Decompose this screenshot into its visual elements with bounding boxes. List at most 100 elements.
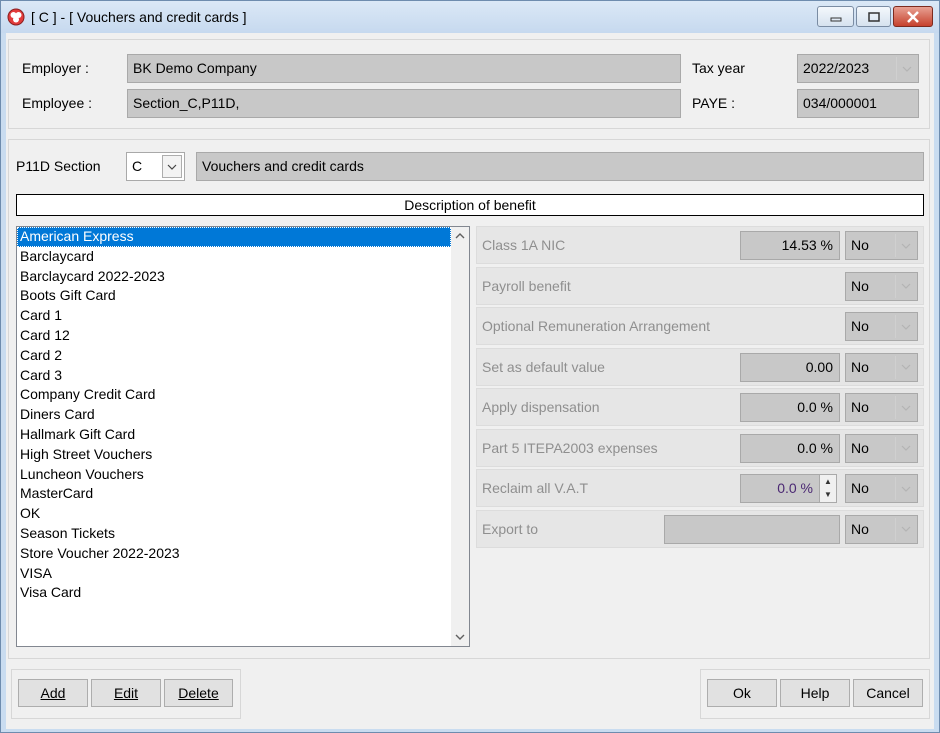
employee-label: Employee :: [22, 95, 93, 111]
dispensation-value: 0.0 %: [740, 393, 840, 422]
maximize-button[interactable]: [856, 6, 891, 27]
chevron-down-icon: [895, 396, 915, 419]
payroll-benefit-row: Payroll benefit No: [476, 266, 924, 305]
reclaim-vat-spinner[interactable]: ▲ ▼: [819, 474, 837, 503]
chevron-down-icon: [895, 315, 915, 338]
payroll-benefit-label: Payroll benefit: [482, 277, 571, 294]
list-item[interactable]: Barclaycard: [17, 247, 451, 267]
payroll-benefit-select[interactable]: No: [845, 271, 918, 301]
list-item[interactable]: Visa Card: [17, 583, 451, 603]
list-item[interactable]: MasterCard: [17, 484, 451, 504]
ora-select-value: No: [851, 318, 869, 334]
employee-field: Section_C,P11D,: [127, 89, 681, 118]
export-to-select-value: No: [851, 520, 869, 537]
chevron-up-icon: [455, 233, 465, 239]
ora-label: Optional Remuneration Arrangement: [482, 318, 711, 334]
default-value-label: Set as default value: [482, 358, 605, 375]
class1a-nic-label: Class 1A NIC: [482, 237, 566, 253]
ok-button[interactable]: Ok: [707, 679, 777, 707]
employee-info-panel: Employer : BK Demo Company Employee : Se…: [8, 39, 930, 129]
section-name-field: Vouchers and credit cards: [196, 152, 924, 181]
scroll-down-button[interactable]: [451, 628, 469, 646]
part5-expenses-label: Part 5 ITEPA2003 expenses: [482, 439, 658, 456]
list-item[interactable]: Luncheon Vouchers: [17, 465, 451, 485]
help-button[interactable]: Help: [780, 679, 850, 707]
description-header: Description of benefit: [16, 194, 924, 216]
chevron-down-icon: [895, 477, 915, 500]
list-item[interactable]: Card 3: [17, 366, 451, 386]
list-item[interactable]: Card 1: [17, 306, 451, 326]
dispensation-select-value: No: [851, 399, 869, 415]
benefit-list-scrollbar[interactable]: [451, 227, 469, 646]
class1a-nic-select[interactable]: No: [845, 231, 918, 260]
list-item[interactable]: Store Voucher 2022-2023: [17, 544, 451, 564]
p11d-section-label: P11D Section: [16, 158, 101, 174]
default-value-select-value: No: [851, 358, 869, 375]
dispensation-select[interactable]: No: [845, 393, 918, 422]
employer-field: BK Demo Company: [127, 54, 681, 83]
delete-button-label: Delete: [178, 685, 219, 701]
reclaim-vat-select[interactable]: No: [845, 474, 918, 503]
list-item[interactable]: Diners Card: [17, 405, 451, 425]
paye-field: 034/000001: [797, 89, 919, 118]
reclaim-vat-value[interactable]: 0.0 %: [740, 474, 820, 503]
ora-select[interactable]: No: [845, 312, 918, 341]
chevron-down-icon: [895, 355, 915, 379]
chevron-down-icon: [455, 634, 465, 640]
dialog-window: [ C ] - [ Vouchers and credit cards ] Em…: [0, 0, 940, 733]
tax-year-select[interactable]: 2022/2023: [797, 54, 919, 83]
list-item[interactable]: OK: [17, 504, 451, 524]
list-item[interactable]: Hallmark Gift Card: [17, 425, 451, 445]
part5-expenses-select[interactable]: No: [845, 433, 918, 463]
close-icon: [907, 10, 919, 23]
scroll-up-button[interactable]: [451, 227, 469, 245]
export-to-select[interactable]: No: [845, 514, 918, 544]
delete-button[interactable]: Delete: [164, 679, 233, 707]
edit-button-label: Edit: [113, 685, 139, 701]
chevron-down-icon: [896, 57, 916, 80]
list-item[interactable]: High Street Vouchers: [17, 445, 451, 465]
title-bar[interactable]: [ C ] - [ Vouchers and credit cards ]: [1, 1, 939, 33]
close-button[interactable]: [893, 6, 933, 27]
default-value-field: 0.00: [740, 352, 840, 382]
export-to-label: Export to: [482, 520, 539, 537]
default-value-row: Set as default value 0.00 No: [476, 347, 924, 386]
benefit-list[interactable]: American Express Barclaycard Barclaycard 2…: [16, 226, 470, 647]
class1a-nic-select-value: No: [851, 237, 869, 253]
list-item[interactable]: Season Tickets: [17, 524, 451, 544]
dialog-client-area: Employer : BK Demo Company Employee : Se…: [6, 33, 934, 729]
add-button-label: Add: [40, 685, 66, 701]
cancel-button[interactable]: Cancel: [853, 679, 923, 707]
class1a-nic-value: 14.53 %: [740, 231, 840, 260]
p11d-section-code: C: [132, 158, 143, 174]
reclaim-vat-label: Reclaim all V.A.T: [482, 480, 589, 496]
list-item[interactable]: VISA: [17, 564, 451, 584]
chevron-down-icon: [162, 155, 182, 178]
list-item[interactable]: Boots Gift Card: [17, 286, 451, 306]
app-logo-icon: [7, 8, 25, 26]
minimize-button[interactable]: [817, 6, 854, 27]
minimize-icon: [830, 17, 841, 21]
list-item[interactable]: Company Credit Card: [17, 385, 451, 405]
part5-expenses-value: 0.0 %: [740, 433, 840, 463]
list-item[interactable]: Card 2: [17, 346, 451, 366]
p11d-section-select[interactable]: C: [126, 152, 185, 181]
add-button[interactable]: Add: [18, 679, 88, 707]
spin-down-icon[interactable]: ▼: [820, 488, 836, 501]
export-to-field: [664, 514, 840, 544]
part5-expenses-row: Part 5 ITEPA2003 expenses 0.0 % No: [476, 428, 924, 467]
tax-year-value: 2022/2023: [803, 60, 870, 76]
list-item[interactable]: American Express: [17, 227, 451, 247]
employer-label: Employer :: [22, 60, 89, 76]
edit-button[interactable]: Edit: [91, 679, 161, 707]
reclaim-vat-row: Reclaim all V.A.T 0.0 % ▲ ▼ No: [476, 469, 924, 507]
list-item[interactable]: Card 12: [17, 326, 451, 346]
benefit-options: Class 1A NIC 14.53 % No Payroll benefit …: [476, 226, 924, 550]
spin-up-icon[interactable]: ▲: [820, 475, 836, 488]
payroll-benefit-select-value: No: [851, 277, 869, 294]
chevron-down-icon: [895, 517, 915, 541]
default-value-select[interactable]: No: [845, 352, 918, 382]
list-item[interactable]: Barclaycard 2022-2023: [17, 267, 451, 287]
chevron-down-icon: [895, 234, 915, 257]
dispensation-row: Apply dispensation 0.0 % No: [476, 388, 924, 426]
